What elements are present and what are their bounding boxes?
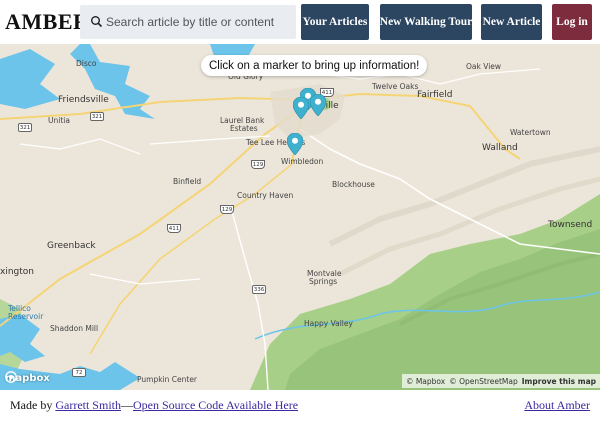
footer-dash: — — [120, 398, 133, 412]
app-logo[interactable]: AMBER — [5, 9, 89, 35]
place-label: Friendsville — [58, 95, 109, 105]
map-marker-pin-icon[interactable] — [293, 97, 309, 119]
improve-map-link[interactable]: Improve this map — [522, 377, 596, 386]
place-label: Reservoir — [8, 312, 44, 321]
about-amber-link[interactable]: About Amber — [524, 398, 590, 412]
map-attribution: © Mapbox © OpenStreetMap Improve this ma… — [401, 374, 600, 388]
footer: Made by Garrett Smith—Open Source Code A… — [0, 390, 600, 421]
place-label: Oak View — [466, 62, 502, 71]
route-shield: 72 — [72, 368, 86, 377]
place-label: Springs — [309, 277, 338, 286]
route-shield: 321 — [90, 112, 104, 121]
route-shield: 129 — [251, 160, 265, 169]
source-code-link[interactable]: Open Source Code Available Here — [133, 398, 298, 412]
place-label: Watertown — [510, 128, 551, 137]
made-by-text: Made by — [10, 398, 56, 412]
map-canvas[interactable]: Disco Old Glory Oak View Twelve Oaks Fai… — [0, 44, 600, 390]
search-icon — [91, 16, 103, 28]
place-label: Shaddon Mill — [50, 324, 99, 333]
route-shield: 129 — [220, 205, 234, 214]
mapbox-attribution-link[interactable]: © Mapbox — [406, 377, 445, 386]
place-label: Pumpkin Center — [137, 375, 198, 384]
place-label: Estates — [230, 124, 258, 133]
search-input[interactable] — [106, 5, 292, 39]
place-label: Binfield — [173, 177, 202, 186]
route-shield: 321 — [18, 123, 32, 132]
place-label: Townsend — [548, 220, 593, 230]
map-marker-pin-icon[interactable] — [287, 133, 303, 155]
author-link[interactable]: Garrett Smith — [55, 398, 121, 412]
place-label: Greenback — [47, 241, 96, 251]
map-hint-tooltip: Click on a marker to bring up informatio… — [201, 55, 428, 76]
place-label: Happy Valley — [304, 319, 353, 328]
new-walking-tour-button[interactable]: New Walking Tour — [380, 4, 472, 40]
place-label: Unitia — [48, 116, 70, 125]
route-shield: 336 — [252, 285, 266, 294]
your-articles-button[interactable]: Your Articles — [301, 4, 369, 40]
place-label: Disco — [76, 59, 97, 68]
top-navbar: AMBER Your Articles New Walking Tour New… — [0, 0, 600, 44]
place-label: Wimbledon — [281, 157, 324, 166]
place-label: Country Haven — [237, 191, 294, 200]
footer-about: About Amber — [524, 398, 590, 413]
route-shield: 411 — [167, 224, 181, 233]
osm-attribution-link[interactable]: © OpenStreetMap — [449, 377, 518, 386]
search-box[interactable] — [80, 5, 296, 39]
map-marker-pin-icon[interactable] — [310, 94, 326, 116]
mapbox-logo-icon — [5, 371, 17, 383]
mapbox-logo[interactable]: mapbox — [5, 371, 50, 385]
footer-credits: Made by Garrett Smith—Open Source Code A… — [10, 398, 298, 413]
place-label: Blockhouse — [332, 180, 375, 189]
place-label: Walland — [482, 143, 518, 153]
log-in-button[interactable]: Log in — [552, 4, 592, 40]
place-label: Fairfield — [417, 90, 453, 100]
place-label: Twelve Oaks — [372, 82, 419, 91]
place-label: xington — [0, 267, 34, 277]
new-article-button[interactable]: New Article — [481, 4, 542, 40]
